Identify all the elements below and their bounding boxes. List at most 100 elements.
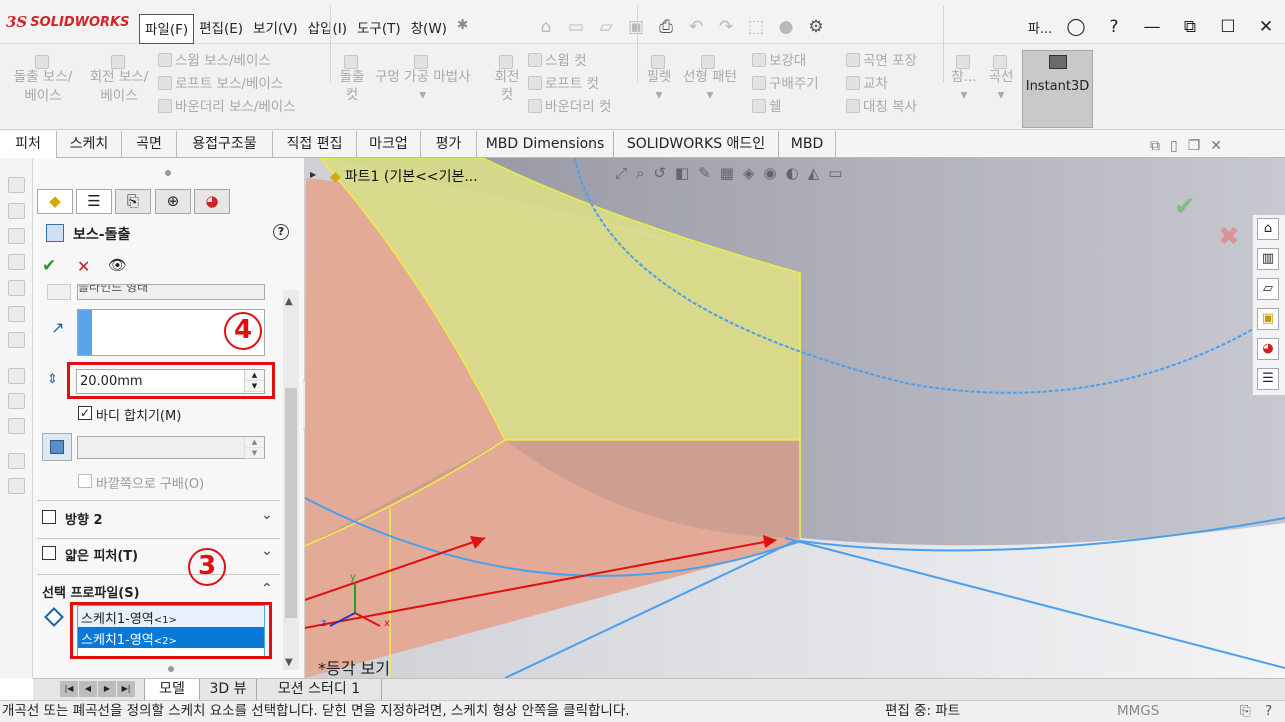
dropdown-arrow-icon[interactable]: ▾ <box>644 86 674 104</box>
merge-bodies-checkbox[interactable]: ✓ <box>78 406 92 420</box>
draft-button[interactable]: 구배주기 <box>752 73 819 96</box>
tab-sketch[interactable]: 스케치 <box>57 131 122 158</box>
zoom-to-fit-icon[interactable]: ⤢ <box>615 164 627 182</box>
restore-icon[interactable]: ⧉ <box>1171 17 1209 37</box>
strip-tool-icon[interactable] <box>8 177 25 193</box>
menu-insert[interactable]: 삽입(I) <box>303 14 352 44</box>
next-tab-icon[interactable]: ▶ <box>98 681 116 697</box>
tab-mbd-dimensions[interactable]: MBD Dimensions <box>477 131 614 158</box>
redo-icon[interactable]: ↷ <box>713 14 739 40</box>
revolved-cut-button[interactable]: 회전 컷 <box>491 52 523 104</box>
scroll-up-icon[interactable]: ▲ <box>285 296 293 307</box>
dimxpert-tab[interactable]: ⊕ <box>155 189 191 214</box>
help-icon[interactable]: ? <box>1265 701 1272 722</box>
lofted-cut-button[interactable]: 로프트 컷 <box>528 73 611 96</box>
first-tab-icon[interactable]: |◀ <box>60 681 78 697</box>
unit-system[interactable]: MMGS <box>1117 701 1159 722</box>
menu-window[interactable]: 창(W) <box>406 14 452 44</box>
draft-toggle-button[interactable] <box>42 433 72 461</box>
select-icon[interactable]: ⬚ <box>743 14 769 40</box>
shell-button[interactable]: 쉘 <box>752 96 819 119</box>
help-icon[interactable]: ? <box>1095 17 1133 37</box>
print-icon[interactable]: ⎙ <box>653 14 679 40</box>
custom-properties-icon[interactable]: ☰ <box>1257 368 1279 390</box>
tab-weldments[interactable]: 용접구조물 <box>177 131 273 158</box>
maximize-icon[interactable]: ☐ <box>1209 17 1247 37</box>
design-library-icon[interactable]: ▥ <box>1257 248 1279 270</box>
intersect-button[interactable]: 교차 <box>846 73 917 96</box>
loft-boss-button[interactable]: 로프트 보스/베이스 <box>158 73 296 96</box>
strip-tool-icon[interactable] <box>8 453 25 469</box>
strip-tool-icon[interactable] <box>8 306 25 322</box>
fillet-button[interactable]: 필렛 ▾ <box>644 52 674 104</box>
tab-direct-editing[interactable]: 직접 편집 <box>273 131 357 158</box>
swept-cut-button[interactable]: 스윕 컷 <box>528 50 611 73</box>
tab-surfaces[interactable]: 곡면 <box>122 131 177 158</box>
home-icon[interactable]: ⌂ <box>1257 218 1279 240</box>
display-style-icon[interactable]: ◈ <box>743 164 755 182</box>
solidworks-logo[interactable]: 3S SOLIDWORKS <box>6 11 129 33</box>
dropdown-arrow-icon[interactable]: ▾ <box>950 86 978 104</box>
undo-icon[interactable]: ↶ <box>683 14 709 40</box>
menu-tools[interactable]: 도구(T) <box>352 14 406 44</box>
instant3d-button[interactable]: Instant3D <box>1022 50 1093 128</box>
boundary-cut-button[interactable]: 바운더리 컷 <box>528 96 611 119</box>
property-manager-tab[interactable]: ☰ <box>76 189 112 214</box>
view-orientation-icon[interactable]: ▦ <box>720 164 734 182</box>
scroll-thumb[interactable] <box>285 388 297 618</box>
preview-eye-icon[interactable]: 👁 <box>108 256 127 274</box>
appearances-icon[interactable]: ◕ <box>1257 338 1279 360</box>
thin-feature-checkbox[interactable] <box>42 546 56 560</box>
pin-icon[interactable]: ✱ <box>452 14 473 44</box>
minimize-icon[interactable]: — <box>1133 17 1171 37</box>
dropdown-arrow-icon[interactable]: ▾ <box>375 86 471 104</box>
last-tab-icon[interactable]: ▶| <box>117 681 135 697</box>
tab-mbd[interactable]: MBD <box>779 131 836 158</box>
extruded-cut-button[interactable]: 돌출 컷 <box>336 52 368 104</box>
reference-geometry-button[interactable]: 참... ▾ <box>950 52 978 104</box>
reverse-direction-button[interactable] <box>47 284 71 300</box>
strip-tool-icon[interactable] <box>8 203 25 219</box>
tab-evaluate[interactable]: 평가 <box>421 131 477 158</box>
dropdown-arrow-icon[interactable]: ▾ <box>683 86 737 104</box>
strip-tool-icon[interactable] <box>8 368 25 384</box>
view-settings-icon[interactable]: ▭ <box>828 164 842 182</box>
chevron-down-icon[interactable]: ⌄ <box>261 507 273 523</box>
tab-solidworks-addins[interactable]: SOLIDWORKS 애드인 <box>614 131 779 158</box>
zoom-to-area-icon[interactable]: ⌕ <box>636 164 644 182</box>
open-folder-icon[interactable]: ▱ <box>593 14 619 40</box>
viewport-close-icon[interactable]: ✕ <box>1210 138 1222 154</box>
strip-tool-icon[interactable] <box>8 332 25 348</box>
extrude-boss-button[interactable]: 돌출 보스/ 베이스 <box>12 52 74 103</box>
strip-tool-icon[interactable] <box>8 393 25 409</box>
user-icon[interactable]: ◯ <box>1057 17 1095 37</box>
rib-button[interactable]: 보강대 <box>752 50 819 73</box>
feature-tree-flyout[interactable]: ◆ 파트1 (기본<<기본... <box>330 166 478 186</box>
rebuild-status-icon[interactable]: ⎘ <box>1240 701 1251 722</box>
scroll-down-icon[interactable]: ▼ <box>285 657 293 668</box>
menu-view[interactable]: 보기(V) <box>248 14 303 44</box>
wrap-button[interactable]: 곡면 포장 <box>846 50 917 73</box>
cancel-x-icon[interactable]: ✕ <box>77 257 90 276</box>
direction2-checkbox[interactable] <box>42 510 56 524</box>
confirm-cancel-icon[interactable]: ✖ <box>1218 222 1240 252</box>
viewport-maximize-icon[interactable]: ❐ <box>1188 138 1201 154</box>
new-document-icon[interactable]: ▭ <box>563 14 589 40</box>
edit-appearance-icon[interactable]: ◐ <box>786 164 799 182</box>
view-palette-icon[interactable]: ▣ <box>1257 308 1279 330</box>
dropdown-arrow-icon[interactable]: ▾ <box>985 86 1017 104</box>
graphics-viewport[interactable] <box>305 158 1285 678</box>
viewport-tile-icon[interactable]: ▯ <box>1170 138 1178 154</box>
menu-edit[interactable]: 편집(E) <box>194 14 248 44</box>
options-gear-icon[interactable]: ⚙ <box>803 14 829 40</box>
save-icon[interactable]: ▣ <box>623 14 649 40</box>
strip-tool-icon[interactable] <box>8 478 25 494</box>
dynamic-annotation-icon[interactable]: ✎ <box>698 164 711 182</box>
strip-tool-icon[interactable] <box>8 228 25 244</box>
panel-grip-dot[interactable] <box>165 170 171 176</box>
prev-tab-icon[interactable]: ◀ <box>79 681 97 697</box>
strip-tool-icon[interactable] <box>8 418 25 434</box>
viewport-restore-icon[interactable]: ⧉ <box>1150 138 1160 154</box>
tab-features[interactable]: 피처 <box>0 131 57 158</box>
file-explorer-icon[interactable]: ▱ <box>1257 278 1279 300</box>
